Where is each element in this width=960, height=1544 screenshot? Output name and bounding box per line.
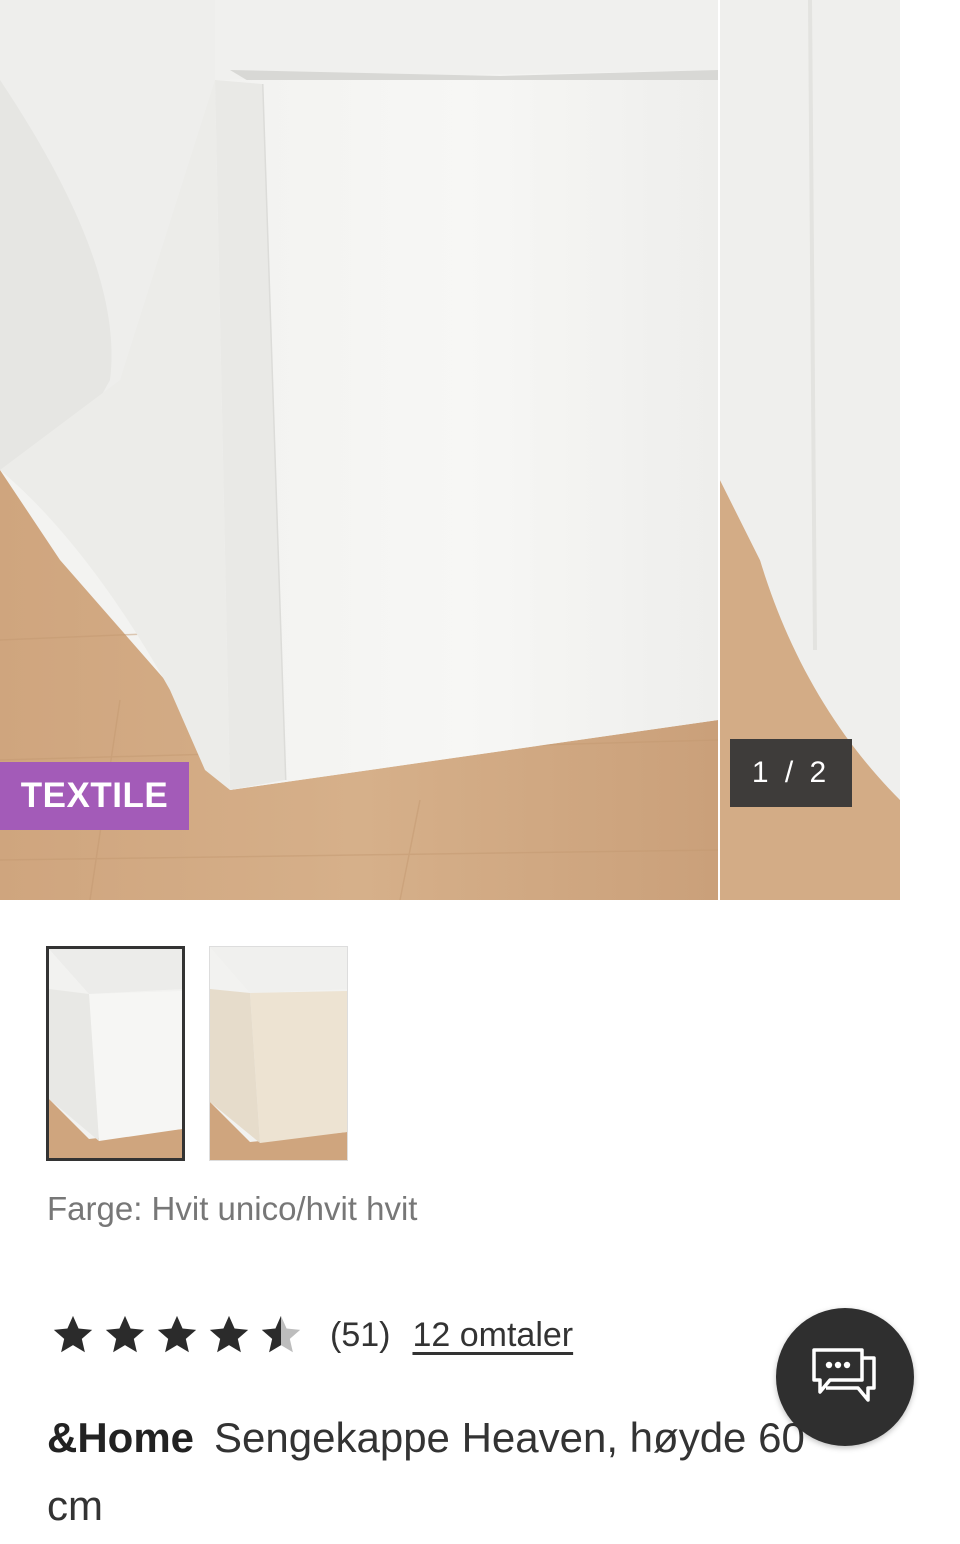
image-counter: 1 / 2 <box>730 739 852 807</box>
category-badge: TEXTILE <box>0 762 189 830</box>
chat-button[interactable] <box>776 1308 914 1446</box>
thumbnail-white-image <box>49 949 182 1158</box>
star-full-icon <box>105 1315 145 1353</box>
product-title: &Home Sengekappe Heaven, høyde 60 cm <box>47 1404 847 1540</box>
rating-count: (51) <box>330 1315 391 1354</box>
star-full-icon <box>53 1315 93 1353</box>
product-brand[interactable]: &Home <box>47 1414 194 1461</box>
gallery-gutter <box>900 0 960 900</box>
color-label: Farge: Hvit unico/hvit hvit <box>47 1190 418 1227</box>
thumbnail-beige[interactable] <box>209 946 348 1161</box>
star-full-icon <box>209 1315 249 1353</box>
thumbnail-strip <box>46 946 348 1161</box>
chat-bubbles-icon <box>812 1348 876 1402</box>
product-rating[interactable]: (51) 12 omtaler <box>50 1312 573 1358</box>
star-rating <box>50 1312 304 1358</box>
reviews-link[interactable]: 12 omtaler <box>412 1316 573 1355</box>
star-half-icon <box>261 1315 301 1353</box>
star-full-icon <box>157 1315 197 1353</box>
thumbnail-white[interactable] <box>46 946 185 1161</box>
product-image-gallery[interactable]: TEXTILE 1 / 2 <box>0 0 960 900</box>
thumbnail-beige-image <box>210 947 347 1160</box>
